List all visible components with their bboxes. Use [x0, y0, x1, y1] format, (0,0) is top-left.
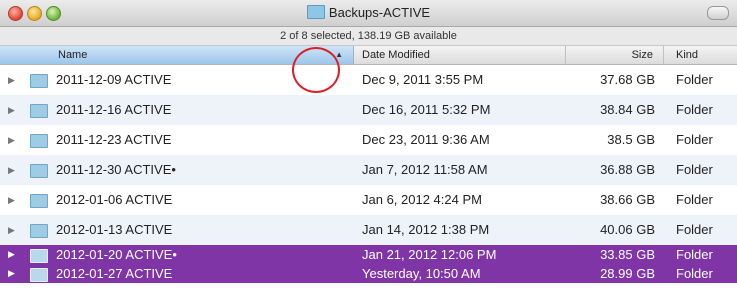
- row-name: 2011-12-30 ACTIVE•: [56, 162, 176, 177]
- table-row[interactable]: ▶ 2012-01-06 ACTIVE Jan 6, 2012 4:24 PM …: [0, 185, 737, 215]
- column-header-date-modified[interactable]: Date Modified: [354, 46, 566, 64]
- row-kind: Folder: [676, 266, 713, 281]
- table-row[interactable]: ▶ 2011-12-09 ACTIVE Dec 9, 2011 3:55 PM …: [0, 65, 737, 95]
- table-row[interactable]: ▶ 2012-01-13 ACTIVE Jan 14, 2012 1:38 PM…: [0, 215, 737, 245]
- column-header: Name ▲ Date Modified Size Kind: [0, 46, 737, 65]
- folder-icon: [30, 104, 48, 118]
- folder-icon: [306, 5, 325, 19]
- folder-icon: [30, 268, 48, 282]
- disclosure-triangle-icon[interactable]: ▶: [8, 215, 15, 245]
- disclosure-triangle-icon[interactable]: ▶: [8, 264, 15, 283]
- table-row[interactable]: ▶ 2011-12-23 ACTIVE Dec 23, 2011 9:36 AM…: [0, 125, 737, 155]
- table-row-selected[interactable]: ▶ 2012-01-27 ACTIVE Yesterday, 10:50 AM …: [0, 264, 737, 283]
- row-name: 2011-12-16 ACTIVE: [56, 102, 172, 117]
- disclosure-triangle-icon[interactable]: ▶: [8, 125, 15, 155]
- row-kind: Folder: [676, 102, 713, 117]
- disclosure-triangle-icon[interactable]: ▶: [8, 95, 15, 125]
- row-kind: Folder: [676, 72, 713, 87]
- column-header-size[interactable]: Size: [566, 46, 664, 64]
- window-title: Backups-ACTIVE: [0, 5, 737, 20]
- row-name: 2011-12-23 ACTIVE: [56, 132, 172, 147]
- row-date: Dec 23, 2011 9:36 AM: [362, 132, 490, 147]
- row-name: 2012-01-13 ACTIVE: [56, 222, 173, 237]
- row-date: Jan 7, 2012 11:58 AM: [362, 162, 488, 177]
- row-name: 2012-01-27 ACTIVE: [56, 266, 173, 281]
- row-size: 40.06 GB: [600, 222, 655, 237]
- toolbar-toggle-button[interactable]: [707, 6, 729, 20]
- row-size: 28.99 GB: [600, 266, 655, 281]
- folder-icon: [30, 194, 48, 208]
- title-bar[interactable]: Backups-ACTIVE: [0, 0, 737, 27]
- row-kind: Folder: [676, 192, 713, 207]
- folder-icon: [30, 74, 48, 88]
- column-header-kind[interactable]: Kind: [664, 46, 737, 64]
- row-size: 37.68 GB: [600, 72, 655, 87]
- row-date: Jan 14, 2012 1:38 PM: [362, 222, 490, 237]
- table-row[interactable]: ▶ 2011-12-30 ACTIVE• Jan 7, 2012 11:58 A…: [0, 155, 737, 185]
- folder-icon: [30, 134, 48, 148]
- row-kind: Folder: [676, 247, 713, 262]
- window-title-text: Backups-ACTIVE: [328, 5, 431, 20]
- row-size: 33.85 GB: [600, 247, 655, 262]
- status-bar: 2 of 8 selected, 138.19 GB available: [0, 27, 737, 46]
- disclosure-triangle-icon[interactable]: ▶: [8, 245, 15, 264]
- table-row-selected[interactable]: ▶ 2012-01-20 ACTIVE• Jan 21, 2012 12:06 …: [0, 245, 737, 264]
- column-header-name-label: Name: [58, 49, 88, 61]
- annotation-circle: [292, 47, 340, 93]
- row-kind: Folder: [676, 162, 713, 177]
- file-list: ▶ 2011-12-09 ACTIVE Dec 9, 2011 3:55 PM …: [0, 65, 737, 283]
- row-name: 2012-01-06 ACTIVE: [56, 192, 173, 207]
- row-date: Yesterday, 10:50 AM: [362, 266, 481, 281]
- disclosure-triangle-icon[interactable]: ▶: [8, 185, 15, 215]
- folder-icon: [30, 164, 48, 178]
- row-size: 38.66 GB: [600, 192, 655, 207]
- row-size: 38.84 GB: [600, 102, 655, 117]
- table-row[interactable]: ▶ 2011-12-16 ACTIVE Dec 16, 2011 5:32 PM…: [0, 95, 737, 125]
- folder-icon: [30, 249, 48, 263]
- row-size: 38.5 GB: [607, 132, 655, 147]
- row-name: 2012-01-20 ACTIVE•: [56, 247, 177, 262]
- row-name: 2011-12-09 ACTIVE: [56, 72, 172, 87]
- disclosure-triangle-icon[interactable]: ▶: [8, 155, 15, 185]
- row-date: Dec 9, 2011 3:55 PM: [362, 72, 484, 87]
- disclosure-triangle-icon[interactable]: ▶: [8, 65, 15, 95]
- row-kind: Folder: [676, 222, 713, 237]
- row-date: Jan 21, 2012 12:06 PM: [362, 247, 497, 262]
- row-kind: Folder: [676, 132, 713, 147]
- row-date: Dec 16, 2011 5:32 PM: [362, 102, 491, 117]
- row-date: Jan 6, 2012 4:24 PM: [362, 192, 482, 207]
- finder-window: Backups-ACTIVE 2 of 8 selected, 138.19 G…: [0, 0, 737, 304]
- row-size: 36.88 GB: [600, 162, 655, 177]
- folder-icon: [30, 224, 48, 238]
